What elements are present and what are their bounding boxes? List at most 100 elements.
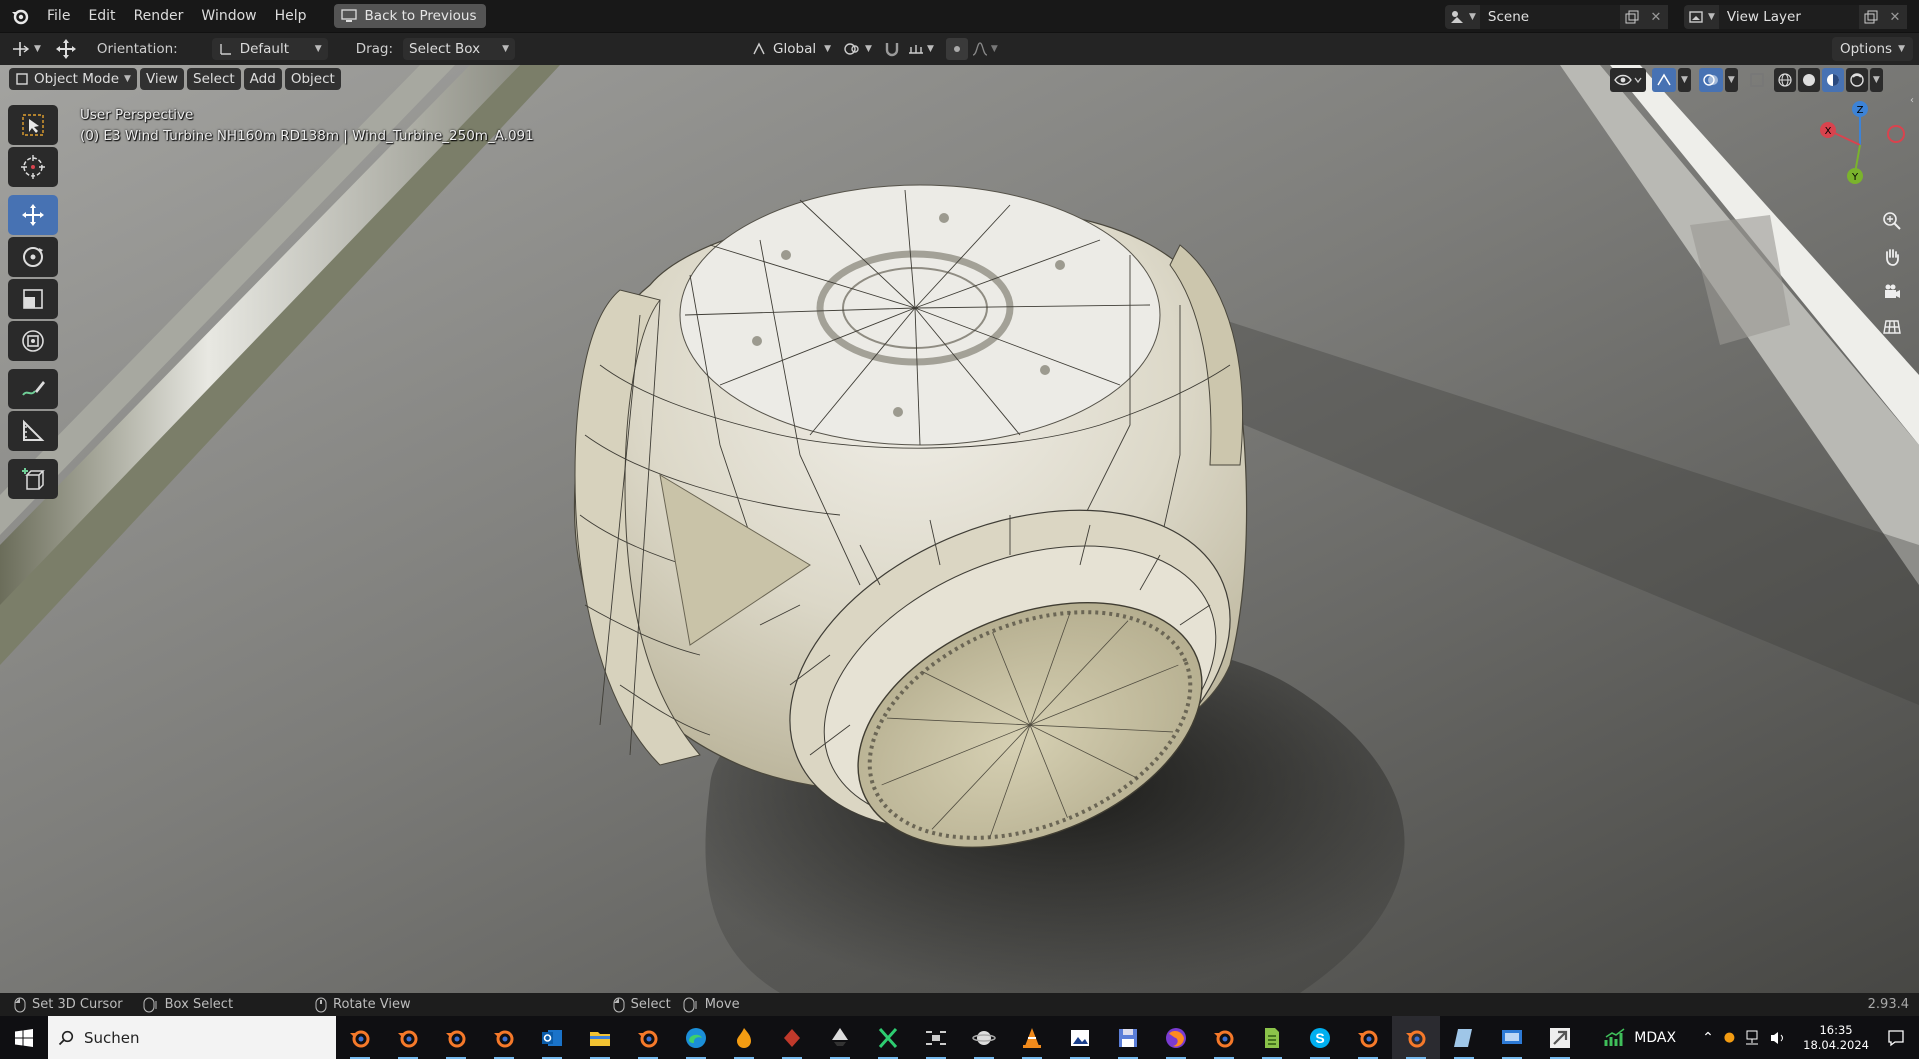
speaker-icon[interactable]: [1769, 1030, 1787, 1046]
overlays-dropdown[interactable]: ▼: [1724, 68, 1738, 92]
move-tool[interactable]: [8, 195, 58, 235]
shading-material-button[interactable]: [1821, 68, 1844, 92]
search-placeholder: Suchen: [84, 1028, 140, 1047]
new-view-layer-button[interactable]: [1858, 5, 1883, 29]
taskbar-app-image[interactable]: [1056, 1016, 1104, 1059]
select-menu[interactable]: Select: [187, 68, 241, 90]
snapping-controls: ▼: [880, 38, 934, 60]
options-dropdown[interactable]: Options ▼: [1831, 37, 1913, 61]
notification-icon[interactable]: [1887, 1029, 1905, 1047]
3d-viewport[interactable]: Object Mode ▼ View Select Add Object ▼ ▼: [0, 65, 1919, 993]
menu-edit[interactable]: Edit: [79, 4, 124, 28]
stock-ticker[interactable]: MDAX: [1604, 1027, 1676, 1048]
taskbar-app-save[interactable]: [1104, 1016, 1152, 1059]
navigation-gizmo[interactable]: Z X Y: [1810, 95, 1910, 195]
taskbar-outlook[interactable]: [528, 1016, 576, 1059]
transform-pivot-dropdown[interactable]: ▼: [10, 40, 41, 58]
sidebar-toggle-arrow[interactable]: ‹: [1910, 95, 1914, 106]
taskbar-blender-7[interactable]: [1344, 1016, 1392, 1059]
taskbar-app-inkscape[interactable]: [816, 1016, 864, 1059]
toggle-ortho-button[interactable]: [1878, 313, 1906, 341]
object-menu[interactable]: Object: [284, 68, 341, 90]
taskbar-app-planet[interactable]: [960, 1016, 1008, 1059]
view-menu[interactable]: View: [139, 68, 185, 90]
gizmo-dropdown[interactable]: ▼: [1678, 68, 1691, 92]
taskbar-app-red[interactable]: [768, 1016, 816, 1059]
pivot-point-dropdown[interactable]: ▼: [843, 41, 872, 57]
snap-target-dropdown[interactable]: ▼: [907, 41, 934, 57]
scene-browse-dropdown[interactable]: ▼: [1445, 5, 1480, 29]
overlays-toggle[interactable]: [1698, 68, 1723, 92]
view-layer-name-field[interactable]: View Layer: [1718, 5, 1859, 29]
move-tool-icon[interactable]: [55, 38, 77, 60]
menu-window[interactable]: Window: [192, 4, 265, 28]
taskbar-app-drone[interactable]: [912, 1016, 960, 1059]
transform-tool[interactable]: [8, 321, 58, 361]
object-mode-dropdown[interactable]: Object Mode ▼: [9, 68, 137, 90]
add-menu[interactable]: Add: [243, 68, 282, 90]
proportional-edit-toggle[interactable]: [945, 38, 968, 60]
network-icon[interactable]: [1743, 1030, 1761, 1046]
camera-view-button[interactable]: [1878, 278, 1906, 306]
taskbar-blender-4[interactable]: [480, 1016, 528, 1059]
taskbar-vlc[interactable]: [1008, 1016, 1056, 1059]
shading-wireframe-button[interactable]: [1773, 68, 1796, 92]
shading-solid-button[interactable]: [1797, 68, 1820, 92]
taskbar-search[interactable]: Suchen: [48, 1016, 336, 1059]
visibility-dropdown[interactable]: [1610, 68, 1646, 92]
snap-toggle[interactable]: [880, 38, 904, 60]
taskbar-blender-3[interactable]: [432, 1016, 480, 1059]
add-cube-tool[interactable]: [8, 459, 58, 499]
taskbar-skype[interactable]: S: [1296, 1016, 1344, 1059]
taskbar-blender-2[interactable]: [384, 1016, 432, 1059]
gizmo-toggle[interactable]: [1652, 68, 1676, 92]
taskbar-firefox[interactable]: [1152, 1016, 1200, 1059]
select-box-tool[interactable]: [8, 105, 58, 145]
drag-dropdown[interactable]: Select Box ▼: [403, 38, 516, 60]
chevron-up-icon[interactable]: ⌃: [1702, 1030, 1714, 1046]
delete-scene-button[interactable]: ✕: [1643, 5, 1668, 29]
falloff-dropdown[interactable]: ▼: [971, 41, 998, 57]
delete-view-layer-button[interactable]: ✕: [1882, 5, 1907, 29]
taskbar-blender-active[interactable]: [1392, 1016, 1440, 1059]
shading-dropdown[interactable]: ▼: [1869, 68, 1883, 92]
menu-help[interactable]: Help: [266, 4, 316, 28]
blender-logo-icon[interactable]: [10, 6, 30, 26]
select-box-icon: [22, 114, 44, 136]
flame-tray-icon[interactable]: ●: [1724, 1030, 1735, 1045]
taskbar-app-arrow[interactable]: [1536, 1016, 1584, 1059]
scale-tool[interactable]: [8, 279, 58, 319]
taskbar-app-remote[interactable]: [1488, 1016, 1536, 1059]
cursor-tool[interactable]: [8, 147, 58, 187]
zoom-button[interactable]: [1878, 207, 1906, 235]
rotate-tool[interactable]: [8, 237, 58, 277]
menu-render[interactable]: Render: [125, 4, 193, 28]
pan-button[interactable]: [1878, 243, 1906, 271]
taskbar-app-xmind[interactable]: [864, 1016, 912, 1059]
search-icon: [58, 1030, 74, 1045]
measure-tool[interactable]: [8, 411, 58, 451]
shading-rendered-button[interactable]: [1845, 68, 1868, 92]
arrow-app-icon: [1550, 1027, 1570, 1048]
taskbar-blender-1[interactable]: [336, 1016, 384, 1059]
taskbar-app-notes[interactable]: [1440, 1016, 1488, 1059]
vlc-cone-icon: [1023, 1027, 1041, 1048]
back-to-previous-button[interactable]: Back to Previous: [333, 4, 486, 28]
taskbar-blender-5[interactable]: [624, 1016, 672, 1059]
taskbar-blender-6[interactable]: [1200, 1016, 1248, 1059]
annotate-tool[interactable]: [8, 369, 58, 409]
taskbar-file-explorer[interactable]: [576, 1016, 624, 1059]
orientation-dropdown[interactable]: Default ▼: [211, 38, 328, 60]
start-button[interactable]: [0, 1016, 48, 1059]
taskbar-app-sheet[interactable]: [1248, 1016, 1296, 1059]
xray-toggle[interactable]: [1746, 68, 1768, 92]
menu-file[interactable]: File: [38, 4, 79, 28]
gizmo-neg-x-handle[interactable]: [1887, 125, 1905, 143]
scene-name-field[interactable]: Scene: [1479, 5, 1620, 29]
new-scene-button[interactable]: [1619, 5, 1644, 29]
view-layer-browse-dropdown[interactable]: ▼: [1684, 5, 1719, 29]
taskbar-edge[interactable]: [672, 1016, 720, 1059]
taskbar-app-flame[interactable]: [720, 1016, 768, 1059]
taskbar-clock[interactable]: 16:35 18.04.2024: [1803, 1023, 1869, 1053]
transform-orientation-dropdown[interactable]: Global ▼: [745, 38, 837, 60]
